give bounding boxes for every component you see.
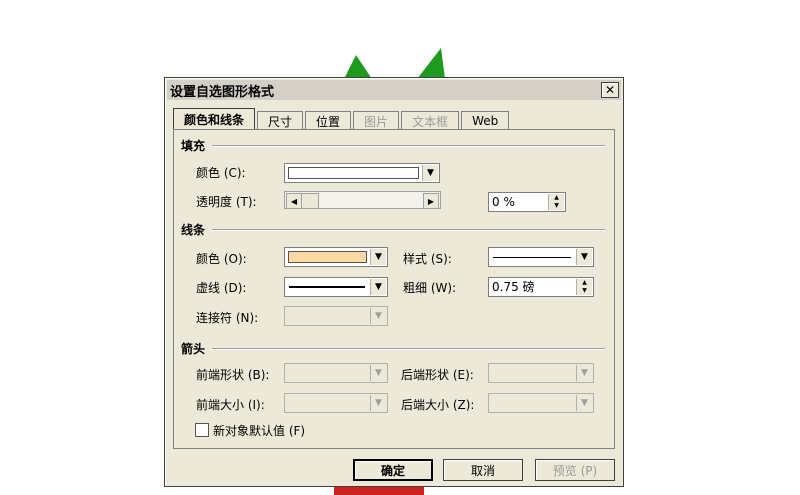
chevron-down-icon: ▼ [576,365,592,381]
spin-up-icon[interactable]: ▲ [549,194,564,202]
weight-value: 0.75 磅 [492,280,535,294]
dash-preview [289,286,365,288]
arrows-separator [212,348,605,350]
begin-style-dropdown[interactable]: ▼ [284,363,388,383]
title-bar: 设置自选图形格式 ✕ [167,80,621,100]
default-checkbox[interactable] [195,423,209,437]
chevron-down-icon: ▼ [370,395,386,411]
slider-thumb[interactable] [301,193,319,209]
transparency-spinner[interactable]: 0 % ▲ ▼ [488,192,566,212]
end-size-label: 后端大小 (Z): [401,398,475,412]
spin-buttons[interactable]: ▲ ▼ [548,194,564,210]
green-shape-right [417,48,445,79]
weight-label: 粗细 (W): [403,281,457,295]
tab-size[interactable]: 尺寸 [257,111,304,130]
scroll-left-icon[interactable]: ◀ [286,193,302,209]
transparency-label: 透明度 (T): [196,195,257,209]
tab-strip: 颜色和线条 尺寸 位置 图片 文本框 Web [173,108,511,130]
red-shape-bottom [334,487,424,495]
chevron-down-icon: ▼ [370,279,386,295]
tab-web[interactable]: Web [461,111,510,130]
tab-position[interactable]: 位置 [305,111,352,130]
line-color-dropdown[interactable]: ▼ [284,247,388,267]
begin-size-dropdown[interactable]: ▼ [284,393,388,413]
tab-colors-lines[interactable]: 颜色和线条 [173,108,256,130]
spin-down-icon[interactable]: ▼ [577,287,592,295]
preview-button[interactable]: 预览 (P) [535,459,615,481]
chevron-down-icon: ▼ [370,365,386,381]
arrows-section-title: 箭头 [181,342,206,356]
transparency-value: 0 % [492,195,515,209]
chevron-down-icon: ▼ [370,249,386,265]
begin-style-label: 前端形状 (B): [196,368,270,382]
line-color-label: 颜色 (O): [196,252,247,266]
line-color-swatch [288,251,367,263]
connector-dropdown[interactable]: ▼ [284,306,388,326]
end-style-dropdown[interactable]: ▼ [488,363,594,383]
chevron-down-icon: ▼ [370,308,386,324]
fill-color-label: 颜色 (C): [196,166,246,180]
end-style-label: 后端形状 (E): [401,368,474,382]
line-style-preview [493,257,571,258]
end-size-dropdown[interactable]: ▼ [488,393,594,413]
tab-picture[interactable]: 图片 [353,111,400,130]
spin-down-icon[interactable]: ▼ [549,202,564,210]
dash-label: 虚线 (D): [196,281,247,295]
dash-dropdown[interactable]: ▼ [284,277,388,297]
line-style-dropdown[interactable]: ▼ [488,247,594,267]
fill-section-title: 填充 [181,139,206,153]
begin-size-label: 前端大小 (I): [196,398,265,412]
cancel-button[interactable]: 取消 [443,459,523,481]
line-style-label: 样式 (S): [403,252,452,266]
default-checkbox-label: 新对象默认值 (F) [213,424,306,438]
fill-separator [212,145,605,147]
connector-label: 连接符 (N): [196,311,259,325]
close-button[interactable]: ✕ [601,82,619,98]
dialog-title: 设置自选图形格式 [170,84,275,100]
spin-buttons[interactable]: ▲ ▼ [576,279,592,295]
line-separator [212,229,605,231]
chevron-down-icon: ▼ [576,395,592,411]
fill-color-dropdown[interactable]: ▼ [284,163,440,183]
transparency-slider[interactable]: ◀ ▶ [284,191,441,209]
ok-button[interactable]: 确定 [353,459,433,481]
tab-textbox[interactable]: 文本框 [401,111,460,130]
weight-spinner[interactable]: 0.75 磅 ▲ ▼ [488,277,594,297]
line-section-title: 线条 [181,223,206,237]
chevron-down-icon: ▼ [422,165,438,181]
fill-color-swatch [288,167,419,179]
spin-up-icon[interactable]: ▲ [577,279,592,287]
scroll-right-icon[interactable]: ▶ [423,193,439,209]
chevron-down-icon: ▼ [576,249,592,265]
close-icon: ✕ [604,83,616,97]
